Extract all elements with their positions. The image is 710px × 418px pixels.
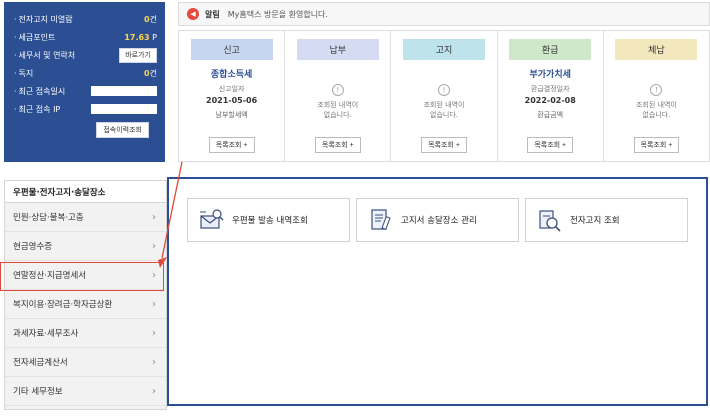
- card-empty-notice: 조회된 내역이 없습니다.: [423, 101, 465, 119]
- unread-e-notice-row: 전자고지 미열람 0건: [14, 10, 157, 28]
- document-edit-icon: [371, 209, 391, 230]
- tile-row: 우편물 발송 내역조회 고지서 송달장소 관리 전자고지 조회: [187, 198, 688, 242]
- tax-office-row: 세무서 및 연락처 바로가기: [14, 46, 157, 64]
- tile-mail-history[interactable]: 우편물 발송 내역조회: [187, 198, 350, 242]
- envelope-magnifier-icon: [200, 209, 224, 229]
- unread-e-notice-label: 전자고지 미열람: [14, 14, 73, 25]
- menu-item-welfare[interactable]: 복지이용·장려금·학자금상환 ›: [5, 290, 166, 319]
- notice-text: My홈택스 방문을 환영합니다.: [227, 9, 328, 19]
- main-content-panel: 우편물 발송 내역조회 고지서 송달장소 관리 전자고지 조회: [167, 177, 708, 406]
- list-view-button-arrears[interactable]: 목록조회 +: [633, 137, 680, 153]
- tax-point-row: 세금포인트 17.63 P: [14, 28, 157, 46]
- chevron-right-icon: ›: [152, 327, 156, 339]
- tile-mail-history-label: 우편물 발송 내역조회: [232, 216, 308, 226]
- card-refund: 환급 부가가치세 환급결정일자 2022-02-08 환급금액 목록조회 +: [498, 31, 604, 161]
- chevron-right-icon: ›: [152, 298, 156, 310]
- card-foot-report: 남부할세액: [215, 111, 248, 119]
- login-history-button[interactable]: 접속이력조회: [96, 122, 149, 138]
- card-badge-payment: 납부: [296, 39, 379, 60]
- last-login-time-row: 최근 접속일시: [14, 82, 157, 100]
- document-search-icon: [539, 210, 561, 232]
- card-title-refund[interactable]: 부가가치세: [530, 67, 571, 80]
- last-login-ip-row: 최근 접속 IP: [14, 100, 157, 118]
- menu-item-e-tax-invoice[interactable]: 전자세금계산서 ›: [5, 348, 166, 377]
- card-payment: 납부 ! 조회된 내역이 없습니다. 목록조회 +: [285, 31, 392, 161]
- menu-item-civil-complaint[interactable]: 민원·상담·불복·고충 ›: [5, 203, 166, 232]
- list-view-button-report[interactable]: 목록조회 +: [208, 137, 255, 153]
- card-notice: 고지 ! 조회된 내역이 없습니다. 목록조회 +: [391, 31, 498, 161]
- card-badge-arrears: 체납: [615, 39, 698, 60]
- chevron-right-icon: ›: [152, 211, 156, 223]
- card-empty-arrears: 조회된 내역이 없습니다.: [635, 101, 677, 119]
- info-icon: !: [331, 84, 344, 96]
- card-badge-refund: 환급: [509, 39, 592, 60]
- status-cards: 신고 종합소득세 신고일자 2021-05-06 남부할세액 목록조회 + 납부…: [178, 30, 710, 162]
- tax-office-label: 세무서 및 연락처: [14, 50, 76, 61]
- unread-e-notice-value[interactable]: 0건: [144, 14, 157, 25]
- card-title-report[interactable]: 종합소득세: [211, 67, 252, 80]
- menu-item-cash-receipt[interactable]: 현금영수증 ›: [5, 232, 166, 261]
- card-date-refund: 2022-02-08: [524, 96, 576, 105]
- tax-point-value[interactable]: 17.63 P: [124, 33, 157, 42]
- user-info-panel: 전자고지 미열람 0건 세금포인트 17.63 P 세무서 및 연락처 바로가기…: [4, 2, 165, 162]
- menu-item-tax-data[interactable]: 과세자료·세무조사 ›: [5, 319, 166, 348]
- info-icon: !: [650, 84, 663, 96]
- tax-office-shortcut-button[interactable]: 바로가기: [119, 47, 157, 63]
- card-arrears: 체납 ! 조회된 내역이 없습니다. 목록조회 +: [604, 31, 709, 161]
- tile-e-notice[interactable]: 전자고지 조회: [525, 198, 688, 242]
- notice-bar: ◀ 알림 My홈택스 방문을 환영합니다.: [178, 2, 710, 26]
- menu-item-other-tax-info[interactable]: 기타 세무정보 ›: [5, 377, 166, 406]
- tile-delivery-address-label: 고지서 송달장소 관리: [401, 216, 477, 226]
- notice-title: 알림: [205, 9, 220, 19]
- card-foot-refund: 환급금액: [537, 111, 564, 119]
- list-view-button-refund[interactable]: 목록조회 +: [527, 137, 574, 153]
- last-login-ip-label: 최근 접속 IP: [14, 104, 61, 115]
- card-report: 신고 종합소득세 신고일자 2021-05-06 남부할세액 목록조회 +: [179, 31, 286, 161]
- last-login-time-label: 최근 접속일시: [14, 86, 66, 97]
- info-icon: !: [438, 84, 450, 96]
- chevron-right-icon: ›: [152, 385, 156, 397]
- speaker-icon: ◀: [187, 8, 199, 20]
- chevron-right-icon: ›: [152, 269, 156, 281]
- mail-label: 독지: [14, 68, 34, 79]
- mail-value[interactable]: 0건: [144, 68, 157, 79]
- card-badge-notice: 고지: [403, 39, 485, 60]
- mail-row: 독지 0건: [14, 64, 157, 82]
- menu-header[interactable]: 우편물·전자고지·송달장소: [5, 181, 166, 203]
- tile-delivery-address[interactable]: 고지서 송달장소 관리: [356, 198, 519, 242]
- list-view-button-notice[interactable]: 목록조회 +: [421, 137, 467, 153]
- list-view-button-payment[interactable]: 목록조회 +: [314, 137, 361, 153]
- side-menu: 우편물·전자고지·송달장소 민원·상담·불복·고충 › 현금영수증 › 연말정산·지…: [4, 180, 167, 410]
- chevron-right-icon: ›: [152, 240, 156, 252]
- card-date-report: 2021-05-06: [206, 96, 258, 105]
- tax-point-label: 세금포인트: [14, 32, 56, 43]
- chevron-right-icon: ›: [152, 356, 156, 368]
- card-sub-report: 신고일자: [218, 85, 245, 93]
- card-empty-payment: 조회된 내역이 없습니다.: [317, 101, 359, 119]
- tile-e-notice-label: 전자고지 조회: [570, 216, 620, 226]
- last-login-ip-field: [91, 104, 157, 114]
- menu-item-year-end-settlement[interactable]: 연말정산·지급명세서 ›: [5, 261, 166, 290]
- card-badge-report: 신고: [190, 39, 273, 60]
- card-sub-refund: 환급결정일자: [530, 85, 570, 93]
- last-login-time-field: [91, 86, 157, 96]
